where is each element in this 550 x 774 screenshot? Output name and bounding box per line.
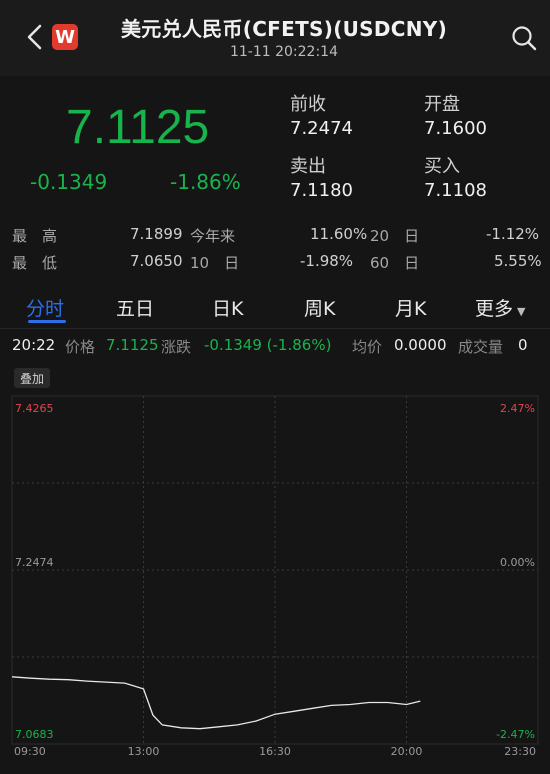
- tab-intraday[interactable]: 分时: [26, 294, 64, 321]
- x-axis-tick-label: 09:30: [14, 745, 46, 756]
- price-line: [11, 676, 421, 730]
- info-avg-label: 均价: [352, 338, 383, 356]
- ytd-label: 今年来: [190, 227, 236, 245]
- cursor-time: 20:22: [12, 336, 56, 354]
- x-axis-tick-label: 16:30: [259, 745, 291, 756]
- y-axis-label-left: 7.0683: [15, 728, 54, 741]
- tab-daily-k[interactable]: 日K: [212, 294, 243, 321]
- ask-label: 卖出: [290, 156, 326, 177]
- x-axis-tick-label: 13:00: [128, 745, 160, 756]
- tab-more-label: 更多: [475, 298, 514, 320]
- search-icon[interactable]: [510, 24, 538, 52]
- price-change-percent: -1.86%: [170, 170, 241, 194]
- info-volume-label: 成交量: [458, 338, 504, 356]
- y-axis-label-right: 0.00%: [500, 556, 535, 569]
- prev-close-label: 前收: [290, 94, 326, 115]
- d60-label: 60 日: [370, 254, 420, 272]
- x-axis-tick-label: 20:00: [391, 745, 423, 756]
- low-value: 7.0650: [130, 252, 183, 270]
- info-change-label: 涨跌: [161, 338, 192, 356]
- d10-value: -1.98%: [300, 252, 354, 270]
- tab-weekly-k[interactable]: 周K: [304, 294, 335, 321]
- tab-five-day[interactable]: 五日: [116, 294, 154, 321]
- price-change: -0.1349: [30, 170, 108, 194]
- bid-value: 7.1108: [424, 180, 487, 201]
- bid-label: 买入: [424, 156, 460, 177]
- open-value: 7.1600: [424, 118, 487, 139]
- x-axis-tick-label: 23:30: [504, 745, 536, 756]
- info-change-value: -0.1349 (-1.86%): [204, 336, 332, 354]
- overlay-button[interactable]: 叠加: [14, 368, 50, 388]
- d10-label: 10 日: [190, 254, 240, 272]
- ask-value: 7.1180: [290, 180, 353, 201]
- intraday-chart[interactable]: 7.4265 7.2474 7.0683 2.47% 0.00% -2.47% 09:30 1…: [0, 388, 550, 756]
- last-price: 7.1125: [66, 101, 210, 154]
- tab-more[interactable]: 更多 ▼: [475, 294, 525, 321]
- app-logo-icon: W: [52, 24, 78, 50]
- y-axis-label-left: 7.4265: [15, 402, 54, 415]
- d60-value: 5.55%: [494, 252, 542, 270]
- y-axis-label-right: -2.47%: [496, 728, 535, 741]
- instrument-title: 美元兑人民币(CFETS)(USDCNY): [120, 17, 448, 41]
- high-value: 7.1899: [130, 225, 183, 243]
- quote-timestamp: 11-11 20:22:14: [229, 44, 338, 60]
- open-label: 开盘: [424, 94, 460, 115]
- back-arrow-icon[interactable]: [22, 22, 48, 52]
- chevron-down-icon: ▼: [517, 305, 526, 318]
- info-price-value: 7.1125: [106, 336, 159, 354]
- top-bar: W 美元兑人民币(CFETS)(USDCNY) 11-11 20:22:14: [0, 0, 550, 76]
- d20-label: 20 日: [370, 227, 420, 245]
- y-axis-label-right: 2.47%: [500, 402, 535, 415]
- tab-monthly-k[interactable]: 月K: [395, 294, 426, 321]
- prev-close-value: 7.2474: [290, 118, 353, 139]
- y-axis-label-left: 7.2474: [15, 556, 54, 569]
- active-tab-indicator: [28, 320, 66, 323]
- divider: [0, 328, 550, 329]
- info-price-label: 价格: [65, 338, 96, 356]
- info-volume-value: 0: [518, 336, 528, 354]
- ytd-value: 11.60%: [310, 225, 368, 243]
- low-label: 最 低: [12, 254, 58, 272]
- info-avg-value: 0.0000: [394, 336, 447, 354]
- high-label: 最 高: [12, 227, 58, 245]
- d20-value: -1.12%: [486, 225, 540, 243]
